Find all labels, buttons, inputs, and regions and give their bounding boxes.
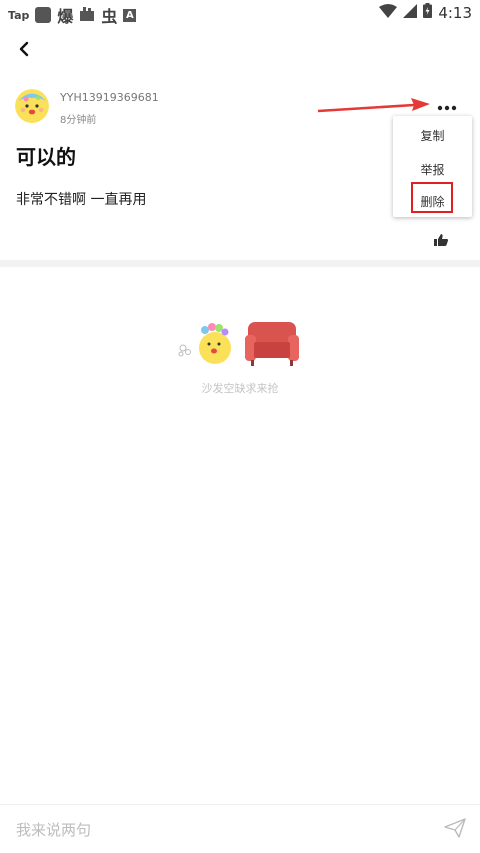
a-notification-icon: A	[123, 8, 137, 22]
back-button[interactable]	[14, 38, 36, 60]
status-bar: Tap 爆 虫 A 4:13	[0, 0, 480, 26]
signal-icon	[403, 3, 418, 22]
post-title: 可以的	[16, 145, 76, 169]
paper-plane-icon	[444, 818, 466, 838]
more-dots-icon	[437, 105, 457, 111]
comment-input[interactable]: 我来说两句	[16, 819, 91, 840]
username[interactable]: YYH13919369681	[60, 91, 159, 104]
wifi-icon	[379, 3, 398, 22]
chong-notification-icon: 虫	[101, 7, 118, 26]
menu-item-report[interactable]: 举报	[393, 161, 472, 178]
download-notification-icon	[79, 6, 95, 25]
more-options-button[interactable]	[436, 100, 458, 114]
avatar[interactable]	[15, 89, 49, 123]
clock: 4:13	[438, 3, 472, 22]
battery-icon	[423, 3, 433, 22]
section-divider	[0, 260, 480, 267]
delete-highlight-box	[411, 182, 453, 213]
app-notification-icon	[35, 7, 52, 23]
chick-avatar-icon	[15, 89, 49, 123]
status-notifications: Tap 爆 虫 A	[8, 3, 137, 27]
post-time: 8分钟前	[60, 115, 97, 126]
post-body: 非常不错啊 一直再用	[16, 192, 147, 208]
baozou-notification-icon: 爆	[57, 7, 74, 26]
like-button[interactable]	[434, 231, 448, 246]
red-arrow-icon	[316, 98, 430, 113]
send-button[interactable]	[444, 818, 466, 838]
status-system-icons: 4:13	[379, 3, 472, 22]
empty-comments-illustration	[175, 316, 305, 375]
thumbs-up-icon	[434, 234, 448, 246]
taptap-notification-icon: Tap	[8, 8, 30, 22]
chick-sofa-icon	[178, 322, 299, 366]
empty-comments-text: 沙发空缺求来抢	[201, 382, 279, 395]
composer-divider	[0, 804, 480, 805]
menu-item-copy[interactable]: 复制	[393, 127, 472, 144]
back-arrow-icon	[19, 41, 29, 57]
